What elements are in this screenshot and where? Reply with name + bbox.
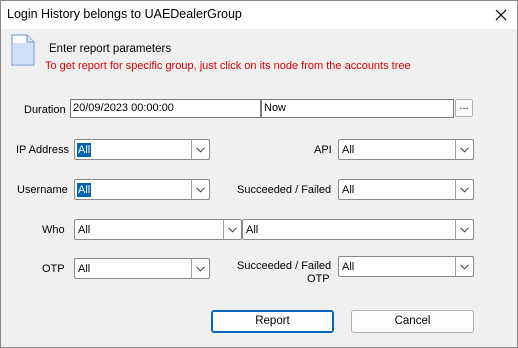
who-dropdown-primary[interactable] — [223, 220, 241, 239]
close-icon — [495, 9, 507, 21]
document-icon — [11, 34, 35, 66]
succeeded-failed-value: All — [342, 184, 355, 196]
api-value: All — [342, 144, 355, 156]
ip-address-select[interactable]: All — [74, 139, 210, 160]
otp-select[interactable]: All — [74, 258, 210, 279]
api-dropdown[interactable] — [455, 140, 473, 159]
ip-address-value: All — [77, 143, 92, 157]
chevron-down-icon — [228, 226, 237, 233]
duration-to-field[interactable]: Now — [261, 99, 454, 118]
otp-label: OTP — [42, 263, 65, 275]
ip-address-dropdown[interactable] — [191, 140, 209, 159]
succeeded-failed-otp-value: All — [342, 261, 355, 273]
ip-address-label: IP Address — [16, 144, 69, 156]
who-select-secondary[interactable]: All — [242, 219, 474, 240]
duration-label: Duration — [24, 104, 66, 116]
succeeded-failed-label: Succeeded / Failed — [237, 184, 332, 196]
chevron-down-icon — [460, 146, 469, 153]
cancel-button[interactable]: Cancel — [351, 310, 474, 333]
who-label: Who — [42, 224, 65, 236]
who-value-secondary: All — [246, 224, 259, 236]
window-title: Login History belongs to UAEDealerGroup — [7, 7, 242, 21]
header-title: Enter report parameters — [49, 43, 172, 55]
otp-value: All — [78, 263, 91, 275]
report-button[interactable]: Report — [211, 310, 334, 333]
duration-picker-button[interactable]: ... — [455, 99, 473, 117]
chevron-down-icon — [196, 146, 205, 153]
succeeded-failed-otp-label-line1: Succeeded / Failed — [237, 260, 332, 272]
chevron-down-icon — [196, 265, 205, 272]
chevron-down-icon — [460, 263, 469, 270]
header-hint: To get report for specific group, just c… — [45, 60, 411, 72]
username-label: Username — [17, 184, 68, 196]
succeeded-failed-otp-select[interactable]: All — [338, 256, 474, 277]
who-select-primary[interactable]: All — [74, 219, 242, 240]
title-bar[interactable]: Login History belongs to UAEDealerGroup — [1, 1, 517, 29]
chevron-down-icon — [196, 186, 205, 193]
who-value-primary: All — [78, 224, 91, 236]
chevron-down-icon — [460, 186, 469, 193]
dialog-window: Login History belongs to UAEDealerGroup … — [0, 0, 518, 348]
api-label: API — [314, 144, 332, 156]
api-select[interactable]: All — [338, 139, 474, 160]
username-dropdown[interactable] — [191, 180, 209, 199]
close-button[interactable] — [485, 1, 517, 29]
username-value: All — [77, 183, 92, 197]
duration-from-field[interactable]: 20/09/2023 00:00:00 — [70, 99, 261, 118]
succeeded-failed-dropdown[interactable] — [455, 180, 473, 199]
who-dropdown-secondary[interactable] — [455, 220, 473, 239]
succeeded-failed-select[interactable]: All — [338, 179, 474, 200]
succeeded-failed-otp-label-line2: OTP — [307, 273, 330, 285]
username-select[interactable]: All — [74, 179, 210, 200]
succeeded-failed-otp-dropdown[interactable] — [455, 257, 473, 276]
otp-dropdown[interactable] — [191, 259, 209, 278]
chevron-down-icon — [460, 226, 469, 233]
